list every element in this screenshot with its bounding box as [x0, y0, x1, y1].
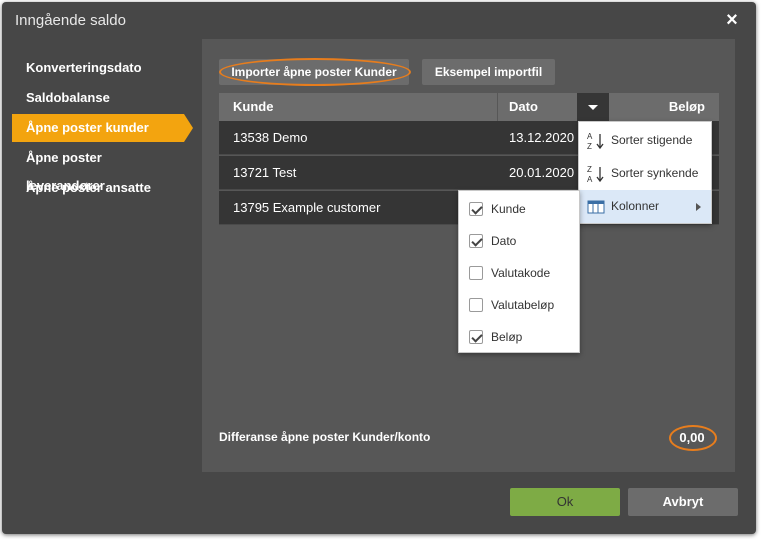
column-menu: A Z Sorter stigende Z A Sorter synkende	[578, 121, 712, 224]
sidebar-item-apne-poster-ansatte[interactable]: Åpne poster ansatte	[12, 174, 184, 202]
sidebar-item-saldobalanse[interactable]: Saldobalanse	[12, 84, 184, 112]
svg-text:Z: Z	[587, 142, 592, 150]
column-toggle-belop[interactable]: Beløp	[459, 321, 579, 353]
sidebar-item-apne-poster-leverandorer[interactable]: Åpne poster leverandører	[12, 144, 184, 193]
grid-header: Kunde Dato Beløp	[219, 93, 719, 121]
column-toggle-valutakode[interactable]: Valutakode	[459, 257, 579, 289]
sort-ascending-label: Sorter stigende	[611, 133, 693, 147]
column-toggle-label: Kunde	[491, 202, 526, 216]
columns-icon	[587, 198, 607, 216]
column-toggle-valutabelop[interactable]: Valutabeløp	[459, 289, 579, 321]
close-icon[interactable]: ×	[720, 8, 744, 32]
menu-item-columns[interactable]: Kolonner	[579, 190, 711, 223]
checkbox-valutakode[interactable]	[469, 266, 483, 280]
sort-ascending-icon: A Z	[587, 132, 607, 151]
column-header-kunde[interactable]: Kunde	[233, 93, 273, 121]
menu-item-sort-descending[interactable]: Z A Sorter synkende	[579, 157, 711, 190]
submenu-arrow-icon	[696, 203, 701, 211]
import-button[interactable]: Importer åpne poster Kunder	[219, 59, 409, 85]
column-toggle-label: Beløp	[491, 330, 523, 344]
difference-value: 0,00	[679, 430, 705, 445]
column-toggle-label: Valutakode	[491, 266, 551, 280]
sidebar-item-konverteringsdato[interactable]: Konverteringsdato	[12, 54, 184, 82]
cell-kunde: 13721 Test	[233, 165, 297, 180]
column-toggle-label: Valutabeløp	[491, 298, 555, 312]
columns-label: Kolonner	[611, 199, 660, 213]
cell-kunde: 13795 Example customer	[233, 200, 381, 215]
sidebar-item-apne-poster-kunder[interactable]: Åpne poster kunder	[12, 114, 193, 142]
cell-dato: 20.01.2020	[509, 165, 575, 180]
sort-descending-icon: Z A	[587, 165, 607, 184]
example-file-button[interactable]: Eksempel importfil	[422, 59, 555, 85]
columns-submenu: Kunde Dato Valutakode Valutabeløp Beløp	[458, 190, 580, 353]
column-toggle-kunde[interactable]: Kunde	[459, 193, 579, 225]
checkbox-belop[interactable]	[469, 330, 483, 344]
cell-dato: 13.12.2020	[509, 130, 575, 145]
dialog-title: Inngående saldo	[15, 12, 126, 29]
column-header-belop[interactable]: Beløp	[669, 93, 705, 121]
checkbox-valutabelop[interactable]	[469, 298, 483, 312]
cell-kunde: 13538 Demo	[233, 130, 308, 145]
column-toggle-dato[interactable]: Dato	[459, 225, 579, 257]
column-header-dato[interactable]: Dato	[509, 93, 538, 121]
ok-button[interactable]: Ok	[510, 488, 620, 516]
svg-text:A: A	[587, 175, 593, 183]
sort-descending-label: Sorter synkende	[611, 166, 699, 180]
column-toggle-label: Dato	[491, 234, 517, 248]
checkbox-dato[interactable]	[469, 234, 483, 248]
column-menu-dropdown-button[interactable]	[577, 93, 609, 121]
cancel-button[interactable]: Avbryt	[628, 488, 738, 516]
svg-text:Z: Z	[587, 165, 592, 174]
menu-item-sort-ascending[interactable]: A Z Sorter stigende	[579, 124, 711, 157]
svg-text:A: A	[587, 132, 593, 141]
difference-label: Differanse åpne poster Kunder/konto	[219, 430, 431, 444]
checkbox-kunde[interactable]	[469, 202, 483, 216]
column-separator	[497, 93, 498, 121]
